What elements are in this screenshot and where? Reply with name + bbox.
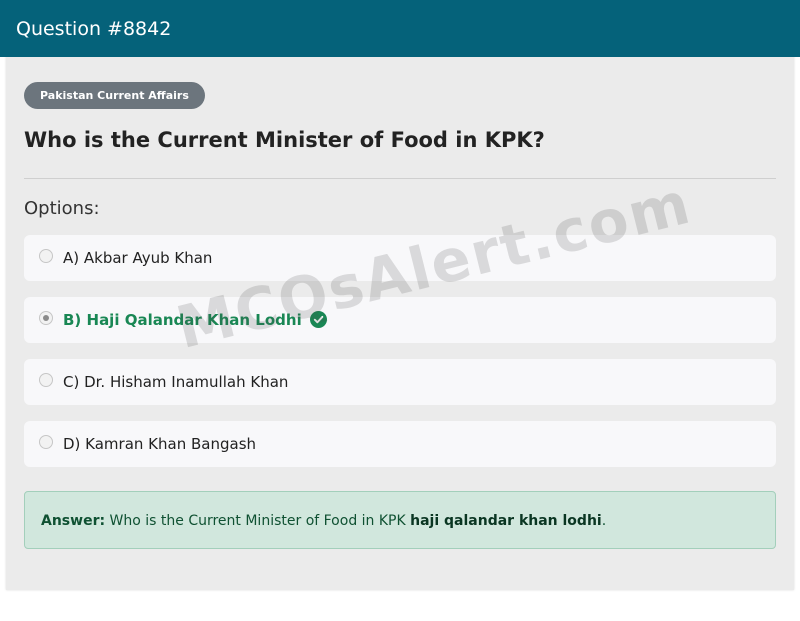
answer-box: Answer: Who is the Current Minister of F… [24,491,776,549]
option-c-label: C) Dr. Hisham Inamullah Khan [63,373,289,391]
answer-line: Answer: Who is the Current Minister of F… [41,510,606,532]
answer-value: haji qalandar khan lodhi [410,513,602,529]
option-d-radio[interactable] [39,435,53,449]
option-a-radio[interactable] [39,249,53,263]
option-a[interactable]: A) Akbar Ayub Khan [24,235,776,281]
answer-text: Who is the Current Minister of Food in K… [109,513,406,529]
option-b-radio[interactable] [39,311,53,325]
question-text: Who is the Current Minister of Food in K… [24,128,545,152]
option-c[interactable]: C) Dr. Hisham Inamullah Khan [24,359,776,405]
question-number-title: Question #8842 [16,18,172,40]
options-heading: Options: [24,198,100,219]
option-a-label: A) Akbar Ayub Khan [63,249,213,267]
divider [24,178,776,179]
option-c-radio[interactable] [39,373,53,387]
answer-label: Answer: [41,513,106,529]
option-b-label: B) Haji Qalandar Khan Lodhi [63,311,302,329]
option-b[interactable]: B) Haji Qalandar Khan Lodhi [24,297,776,343]
option-d[interactable]: D) Kamran Khan Bangash [24,421,776,467]
option-b-text: B) Haji Qalandar Khan Lodhi [63,309,327,331]
category-badge[interactable]: Pakistan Current Affairs [24,82,205,109]
question-header: Question #8842 [0,0,800,57]
check-circle-icon [309,310,327,328]
option-d-label: D) Kamran Khan Bangash [63,435,257,453]
answer-suffix: . [601,513,607,529]
